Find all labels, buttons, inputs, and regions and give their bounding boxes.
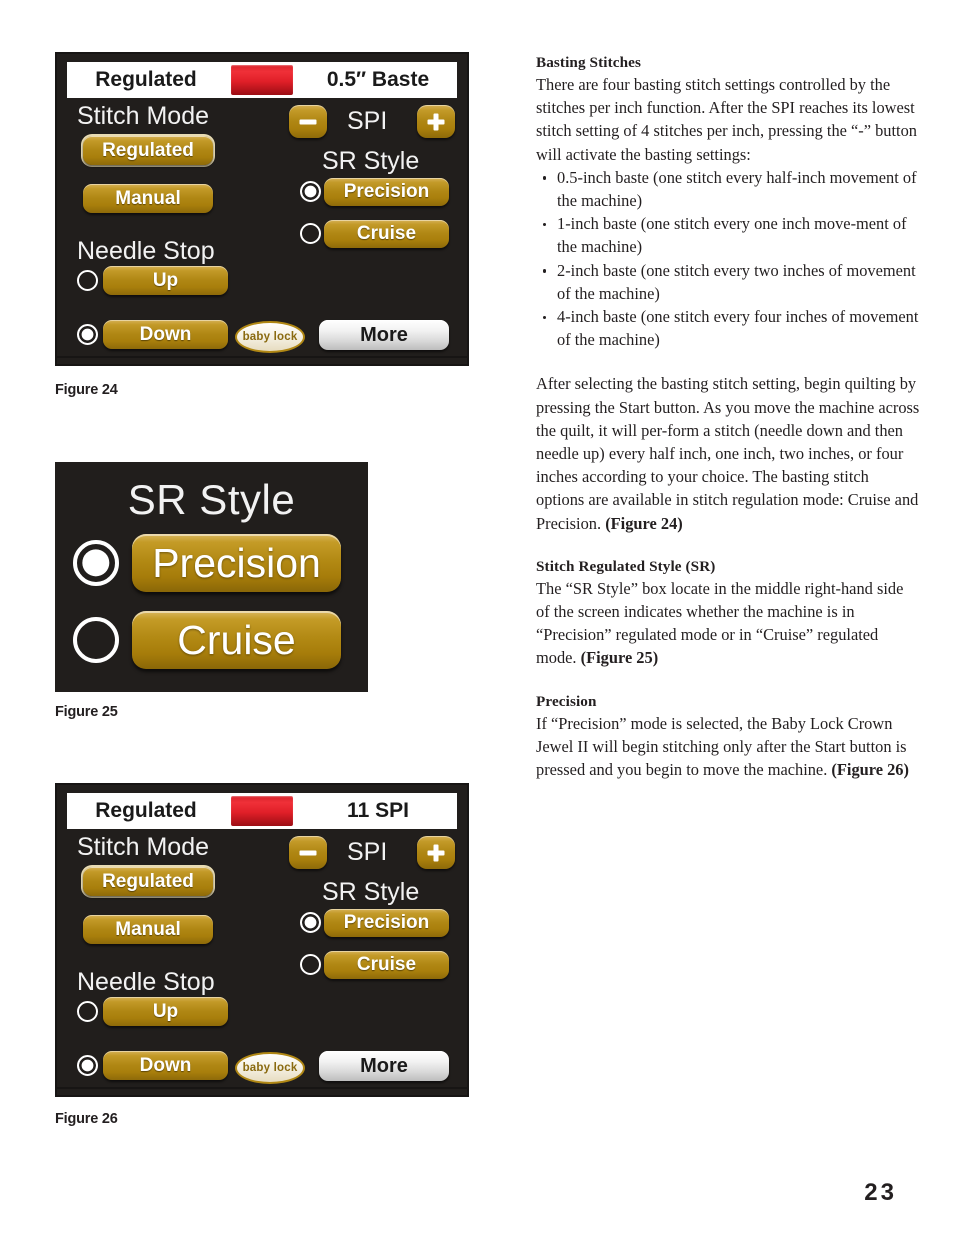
list-item-text: 0.5-inch baste (one stitch every half-in… <box>557 167 917 211</box>
needle-stop-down-radio[interactable] <box>77 324 98 345</box>
needle-stop-down-radio[interactable] <box>77 1055 98 1076</box>
sr-precision-button[interactable]: Precision <box>324 909 449 937</box>
status-bar: Regulated 11 SPI <box>67 793 457 829</box>
screen-bottom-rule <box>57 1087 467 1089</box>
spi-plus-button[interactable] <box>417 105 455 138</box>
sr-style-title: SR Style <box>127 476 296 523</box>
figure-26-caption: Figure 26 <box>55 1111 118 1127</box>
more-button[interactable]: More <box>319 320 449 350</box>
sr-cruise-radio[interactable] <box>300 223 321 244</box>
needle-stop-down-button[interactable]: Down <box>103 320 228 349</box>
screen-bottom-rule <box>57 356 467 358</box>
bullet-dot-icon <box>543 222 547 227</box>
spi-minus-button[interactable] <box>289 836 327 869</box>
sr-precision-radio[interactable] <box>300 912 321 933</box>
stitch-mode-label: Stitch Mode <box>77 833 210 861</box>
needle-stop-up-radio[interactable] <box>77 1001 98 1022</box>
status-mode-text: Regulated <box>95 799 197 822</box>
baby-lock-logo: baby lock <box>235 321 305 353</box>
figure-26-screen: Regulated 11 SPI Stitch Mode Regulated M… <box>55 783 469 1097</box>
spi-label: SPI <box>347 107 388 135</box>
figure-reference-26: (Figure 26) <box>831 760 909 780</box>
list-item: 0.5-inch baste (one stitch every half-in… <box>536 166 921 212</box>
sr-precision-radio-large[interactable] <box>73 540 119 586</box>
sr-precision-button-large[interactable]: Precision <box>132 534 341 592</box>
status-mode-text: Regulated <box>95 68 197 91</box>
page-number: 23 <box>864 1179 897 1206</box>
sr-section-heading: Stitch Regulated Style (SR) <box>536 557 716 575</box>
after-selecting-paragraph: After selecting the basting stitch setti… <box>536 372 921 534</box>
list-item-text: 2-inch baste (one stitch every two inche… <box>557 260 916 303</box>
minus-icon <box>299 119 317 124</box>
status-stitch-text: 11 SPI <box>347 799 409 822</box>
sr-cruise-radio[interactable] <box>300 954 321 975</box>
figure-25-panel: SR Style Precision Cruise <box>55 462 368 692</box>
basting-heading: Basting Stitches <box>536 54 641 71</box>
sr-style-label: SR Style <box>322 878 420 906</box>
sr-cruise-button[interactable]: Cruise <box>324 220 449 248</box>
more-button[interactable]: More <box>319 1051 449 1081</box>
sr-cruise-button[interactable]: Cruise <box>324 951 449 979</box>
spi-label: SPI <box>347 838 388 866</box>
needle-stop-up-button[interactable]: Up <box>103 266 228 295</box>
list-item: 2-inch baste (one stitch every two inche… <box>536 259 921 305</box>
plus-icon-v <box>433 844 439 861</box>
stitch-mode-label: Stitch Mode <box>77 102 210 130</box>
basting-paragraph: There are four basting stitch settings c… <box>536 75 918 164</box>
bullet-dot-icon <box>543 269 547 273</box>
manual-page: Regulated 0.5″ Baste Stitch Mode Regulat… <box>0 0 954 1235</box>
spi-minus-button[interactable] <box>289 105 327 138</box>
stitch-mode-regulated-button[interactable]: Regulated <box>83 867 213 896</box>
sr-precision-button[interactable]: Precision <box>324 178 449 206</box>
sr-section-paragraph: The “SR Style” box locate in the middle … <box>536 577 921 670</box>
bullet-dot-icon <box>543 315 547 319</box>
baby-lock-logo-text: baby lock <box>242 1062 298 1074</box>
needle-stop-up-button[interactable]: Up <box>103 997 228 1026</box>
stitch-mode-regulated-button[interactable]: Regulated <box>83 136 213 165</box>
needle-stop-down-button[interactable]: Down <box>103 1051 228 1080</box>
status-led-indicator <box>231 65 293 95</box>
list-item: 1-inch baste (one stitch every one inch … <box>536 212 921 258</box>
figure-25-caption: Figure 25 <box>55 704 118 720</box>
basting-bullet-list: 0.5-inch baste (one stitch every half-in… <box>536 166 921 352</box>
needle-stop-label: Needle Stop <box>77 968 215 996</box>
minus-icon <box>299 850 317 855</box>
precision-section-heading: Precision <box>536 692 597 710</box>
status-bar: Regulated 0.5″ Baste <box>67 62 457 98</box>
list-item: 4-inch baste (one stitch every four inch… <box>536 305 921 351</box>
figure-reference-25: (Figure 25) <box>580 648 659 668</box>
sr-style-label: SR Style <box>322 147 420 175</box>
spi-plus-button[interactable] <box>417 836 455 869</box>
figure-reference-24: (Figure 24) <box>605 513 683 533</box>
plus-icon-v <box>433 113 439 130</box>
sr-cruise-radio-large[interactable] <box>73 617 119 663</box>
after-selecting-text: After selecting the basting stitch setti… <box>536 374 920 533</box>
baby-lock-logo: baby lock <box>235 1052 305 1084</box>
sr-precision-radio[interactable] <box>300 181 321 202</box>
stitch-mode-manual-button[interactable]: Manual <box>83 184 213 213</box>
list-item-text: 4-inch baste (one stitch every four inch… <box>557 307 919 350</box>
figure-24-screen: Regulated 0.5″ Baste Stitch Mode Regulat… <box>55 52 469 366</box>
sr-cruise-button-large[interactable]: Cruise <box>132 611 341 669</box>
list-item-text: 1-inch baste (one stitch every one inch … <box>557 214 907 257</box>
precision-section-paragraph: If “Precision” mode is selected, the Bab… <box>536 712 921 782</box>
stitch-mode-manual-button[interactable]: Manual <box>83 915 213 944</box>
status-stitch-text: 0.5″ Baste <box>326 68 430 91</box>
figure-24-caption: Figure 24 <box>55 382 118 398</box>
status-led-indicator <box>231 796 293 826</box>
bullet-dot-icon <box>543 176 547 180</box>
body-text-column: Basting Stitches There are four basting … <box>536 52 921 781</box>
baby-lock-logo-text: baby lock <box>242 331 298 343</box>
figures-column: Regulated 0.5″ Baste Stitch Mode Regulat… <box>55 52 485 1127</box>
needle-stop-label: Needle Stop <box>77 237 215 265</box>
needle-stop-up-radio[interactable] <box>77 270 98 291</box>
